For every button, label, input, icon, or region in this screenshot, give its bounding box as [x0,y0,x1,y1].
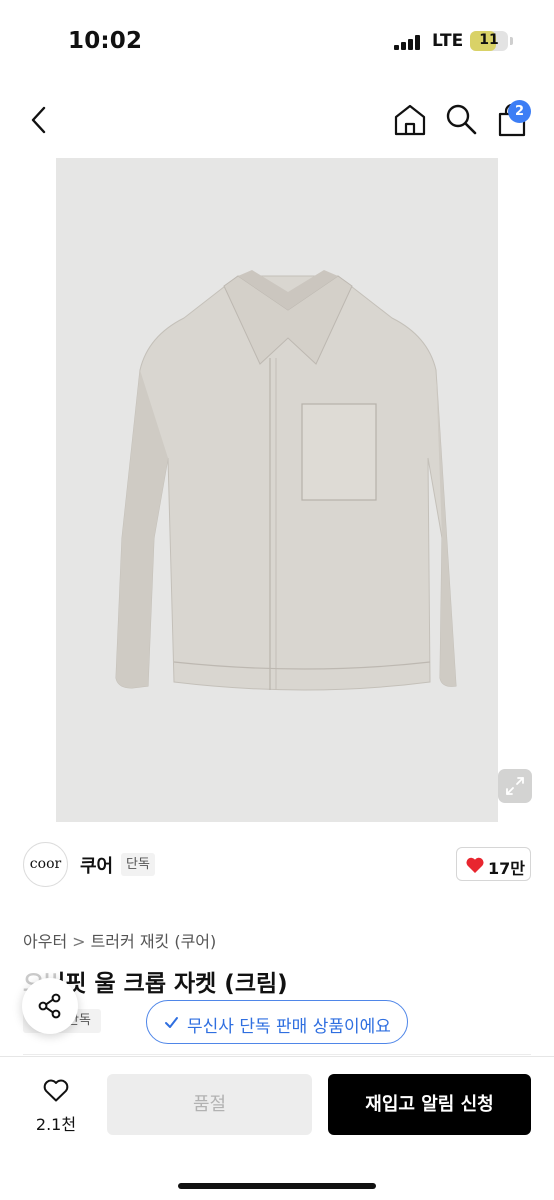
restock-alert-button[interactable]: 재입고 알림 신청 [328,1074,531,1135]
chevron-left-icon [31,106,46,134]
brand-row: coor 쿠어 단독 17만 [0,830,554,896]
heart-outline-icon [43,1079,69,1102]
battery-nub [510,37,513,45]
heart-filled-icon [466,857,484,873]
signal-icon [394,34,424,50]
network-type: LTE [432,31,464,51]
brand-logo[interactable]: coor [23,842,68,887]
home-indicator [178,1183,376,1189]
breadcrumb-separator: > [72,932,86,951]
brand-like-button[interactable]: 17만 [456,847,531,881]
bottom-action-bar: 2.1천 품절 재입고 알림 신청 [0,1056,554,1200]
battery-level: 11 [479,32,499,48]
breadcrumb-category[interactable]: 아우터 [23,928,67,952]
brand-name[interactable]: 쿠어 [80,852,113,878]
product-image[interactable] [56,158,498,822]
share-icon [38,993,61,1019]
back-button[interactable] [24,104,54,136]
soldout-button: 품절 [107,1074,312,1135]
breadcrumb: 아우터 > 트러커 재킷 (쿠어) [23,928,216,952]
status-time: 10:02 [68,28,143,54]
wishlist-count: 2.1천 [35,1115,77,1134]
expand-image-button[interactable] [498,769,532,803]
home-icon [394,104,426,136]
cart-count-badge: 2 [508,100,531,123]
breadcrumb-subcategory[interactable]: 트러커 재킷 (쿠어) [91,928,217,952]
share-button[interactable] [22,978,78,1034]
search-icon [446,104,477,135]
wishlist-button[interactable]: 2.1천 [22,1075,90,1137]
status-bar: 10:02 LTE 11 [0,0,554,84]
exclusive-notice-pill[interactable]: 무신사 단독 판매 상품이에요 [146,1000,408,1044]
divider [23,1054,531,1055]
search-button[interactable] [444,102,478,136]
exclusive-badge: 단독 [121,853,155,876]
exclusive-notice-text: 무신사 단독 판매 상품이에요 [187,1017,391,1037]
expand-icon [506,777,524,795]
check-icon [165,1017,178,1028]
brand-like-count: 17만 [488,859,525,878]
home-button[interactable] [392,102,428,138]
battery-icon: 11 [470,31,508,51]
jacket-illustration [115,270,457,691]
nav-bar [0,84,554,156]
